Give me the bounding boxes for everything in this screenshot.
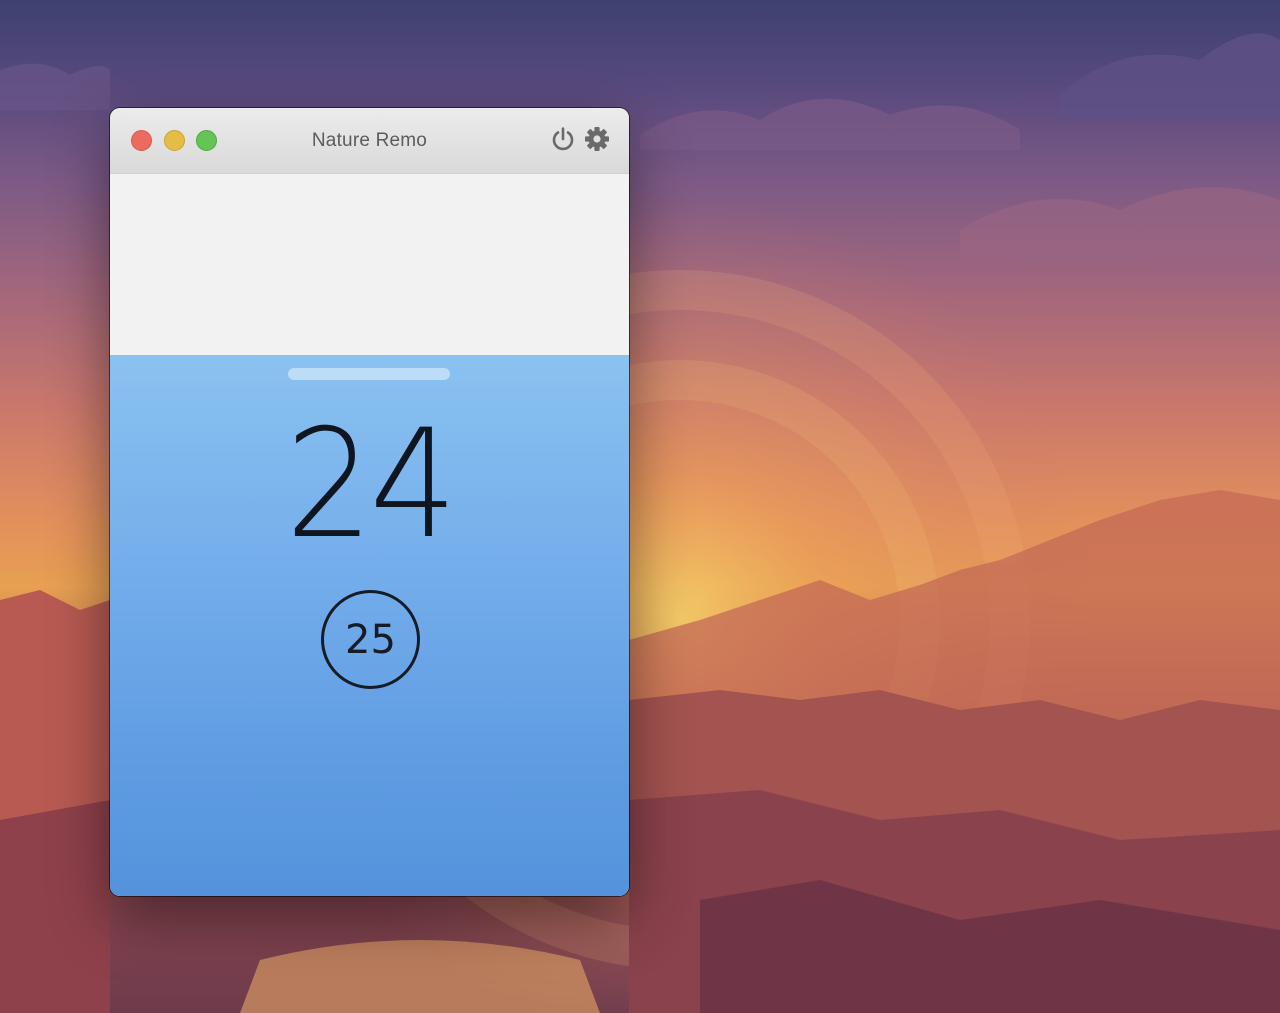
drag-handle[interactable] [288,368,450,380]
top-pane [110,174,629,355]
power-icon[interactable] [549,125,577,153]
app-window: Nature Remo 24 25 [110,108,629,896]
thermostat-panel[interactable]: 24 25 [110,355,629,896]
gear-icon[interactable] [583,125,611,153]
current-temperature: 24 [285,398,457,572]
titlebar: Nature Remo [110,108,629,174]
target-temperature-button[interactable]: 25 [321,590,420,689]
target-temperature-value: 25 [345,616,396,663]
